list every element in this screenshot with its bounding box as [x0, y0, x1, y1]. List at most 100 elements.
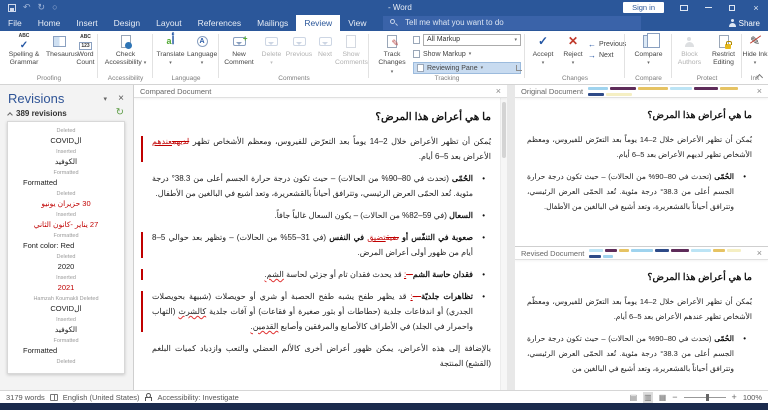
previous-comment-button: Previous: [285, 33, 313, 59]
check-accessibility-button[interactable]: Check Accessibility ▾: [101, 33, 150, 68]
revision-item[interactable]: Deleted30 حزيران يونيو: [8, 190, 124, 211]
reviewing-pane-button[interactable]: Reviewing Pane▾: [413, 62, 521, 74]
dropdown-caret-icon: ▾: [144, 60, 147, 66]
tab-design[interactable]: Design: [106, 15, 148, 31]
thesaurus-button[interactable]: Thesaurus: [46, 33, 73, 59]
language-button[interactable]: ALanguage▾: [187, 33, 217, 68]
revision-item[interactable]: Insertedالكوفيد: [8, 148, 124, 169]
zoom-out-button[interactable]: −: [672, 392, 677, 402]
text-run: يُمكن أن تظهر الأعراض خلال 2–14 يوماً بع…: [189, 137, 491, 146]
revision-text: 2020: [8, 261, 124, 273]
save-icon[interactable]: [8, 4, 16, 12]
word-count-button[interactable]: ABC123Word Count: [73, 33, 98, 68]
read-mode-button[interactable]: ▤: [630, 392, 638, 403]
reviewing-pane-label: Reviewing Pane: [427, 65, 478, 72]
revision-item[interactable]: Hamzah Koumakli DeletedالCOVID: [8, 295, 124, 316]
next-change-label: Next: [599, 52, 613, 59]
accessibility-status[interactable]: Accessibility: Investigate: [157, 393, 238, 402]
compared-document-pane: Compared Document× ما هي أعراض هذا المرض…: [134, 85, 507, 390]
revised-document-header: Revised Document×: [515, 247, 768, 260]
revised-document-body[interactable]: ما هي أعراض هذا المرض؟ يُمكن أن تظهر الأ…: [515, 260, 768, 376]
revisions-list[interactable]: DeletedالCOVID Insertedالكوفيد Formatted…: [7, 121, 125, 374]
accept-button[interactable]: ✓Accept▾: [528, 33, 558, 68]
revision-item[interactable]: FormattedFormatted: [8, 169, 124, 190]
compare-button[interactable]: Compare▾: [629, 33, 668, 68]
next-change-button[interactable]: →Next: [588, 50, 626, 61]
dropdown-caret-icon: ▾: [481, 65, 484, 71]
close-window-button[interactable]: ×: [744, 0, 768, 15]
zoom-level[interactable]: 100%: [743, 393, 762, 402]
revision-text: الكوفيد: [8, 156, 124, 168]
revision-item[interactable]: FormattedFormatted: [8, 337, 124, 358]
share-button[interactable]: Share: [729, 15, 760, 31]
language-status[interactable]: English (United States): [63, 393, 140, 402]
tab-insert[interactable]: Insert: [68, 15, 105, 31]
tab-mailings[interactable]: Mailings: [249, 15, 296, 31]
word-count-status[interactable]: 3179 words: [6, 393, 45, 402]
minimize-button[interactable]: [696, 0, 720, 15]
restore-button[interactable]: [720, 0, 744, 15]
tab-view[interactable]: View: [340, 15, 374, 31]
revision-item[interactable]: Inserted27 يناير -كانون الثاني: [8, 211, 124, 232]
translate-button[interactable]: aﺃTranslate▾: [156, 33, 185, 68]
ribbon-display-options-button[interactable]: [672, 0, 696, 15]
proofing-status-icon[interactable]: [50, 394, 58, 401]
revision-item[interactable]: Deleted2020: [8, 253, 124, 274]
hide-ink-button[interactable]: ✎Hide Ink ▾: [742, 33, 768, 68]
customize-qat-icon[interactable]: ○: [52, 2, 57, 13]
block-authors-label: Block Authors: [678, 51, 701, 66]
tell-me-search-input[interactable]: Tell me what you want to do: [383, 16, 641, 30]
translate-icon: aﺃ: [156, 33, 185, 50]
text-run: ضيق: [386, 233, 399, 242]
revised-close-icon[interactable]: ×: [757, 248, 762, 258]
markup-selected-value: All Markup: [427, 35, 460, 45]
show-markup-button[interactable]: Show Markup▾: [413, 48, 521, 60]
tab-file[interactable]: File: [0, 15, 30, 31]
track-changes-button[interactable]: ✎Track Changes▾: [374, 33, 410, 76]
original-document-body[interactable]: ما هي أعراض هذا المرض؟ يُمكن أن تظهر الأ…: [515, 98, 768, 214]
new-comment-button[interactable]: +New Comment: [221, 33, 257, 68]
revision-item[interactable]: DeletedالCOVID: [8, 127, 124, 148]
restrict-editing-button[interactable]: Restrict Editing: [707, 33, 740, 68]
revision-action-label: Hamzah Koumakli Deleted: [8, 295, 124, 303]
print-layout-button[interactable]: ▥: [643, 392, 653, 403]
vertical-scrollbar[interactable]: [500, 98, 507, 390]
paragraph: السعال (في 59–82% من الحالات) – يكون الس…: [152, 208, 475, 223]
revision-item[interactable]: Insertedالكوفيد: [8, 316, 124, 337]
revisions-pane-menu-icon[interactable]: ▾: [103, 95, 107, 103]
revisions-count-row[interactable]: 389 revisions: [8, 109, 67, 118]
markup-icon: [413, 36, 420, 44]
group-comments: +New Comment Delete▾ Previous Next Show …: [219, 31, 369, 84]
redo-icon[interactable]: ↻: [38, 2, 46, 13]
zoom-slider-thumb[interactable]: [706, 394, 709, 401]
original-close-icon[interactable]: ×: [757, 86, 762, 96]
tab-layout[interactable]: Layout: [148, 15, 190, 31]
tracking-dialog-launcher[interactable]: [516, 65, 522, 71]
spelling-grammar-button[interactable]: ABC✓Spelling & Grammar: [2, 33, 46, 68]
revisions-pane-title: Revisions: [8, 91, 64, 106]
compared-document-body[interactable]: ما هي أعراض هذا المرض؟ يُمكن أن تظهر الأ…: [134, 98, 507, 371]
previous-change-icon: ←: [588, 40, 596, 49]
previous-change-label: Previous: [599, 41, 626, 48]
tab-references[interactable]: References: [190, 15, 249, 31]
markup-dropdown[interactable]: All Markup▾: [423, 34, 521, 46]
previous-change-button[interactable]: ←Previous: [588, 39, 626, 50]
revision-item[interactable]: Inserted2021: [8, 274, 124, 295]
tab-home[interactable]: Home: [30, 15, 69, 31]
revision-item[interactable]: FormattedFont color: Red: [8, 232, 124, 253]
ribbon-display-icon: [680, 5, 688, 11]
book-icon: [53, 36, 66, 47]
text-run: عندهم: [152, 137, 172, 146]
compared-close-icon[interactable]: ×: [496, 86, 501, 96]
tab-review[interactable]: Review: [296, 15, 340, 31]
undo-icon[interactable]: ↶: [23, 2, 31, 13]
revision-item[interactable]: Deleted: [8, 358, 124, 374]
refresh-icon[interactable]: ↻: [116, 107, 124, 118]
revisions-pane-close-icon[interactable]: ×: [118, 93, 124, 104]
zoom-in-button[interactable]: +: [732, 392, 737, 402]
zoom-slider[interactable]: [684, 397, 726, 398]
reject-button[interactable]: ✕Reject▾: [559, 33, 587, 68]
sign-in-button[interactable]: Sign in: [623, 2, 664, 13]
scrollbar-thumb[interactable]: [502, 102, 506, 158]
web-layout-button[interactable]: ▦: [659, 392, 667, 403]
